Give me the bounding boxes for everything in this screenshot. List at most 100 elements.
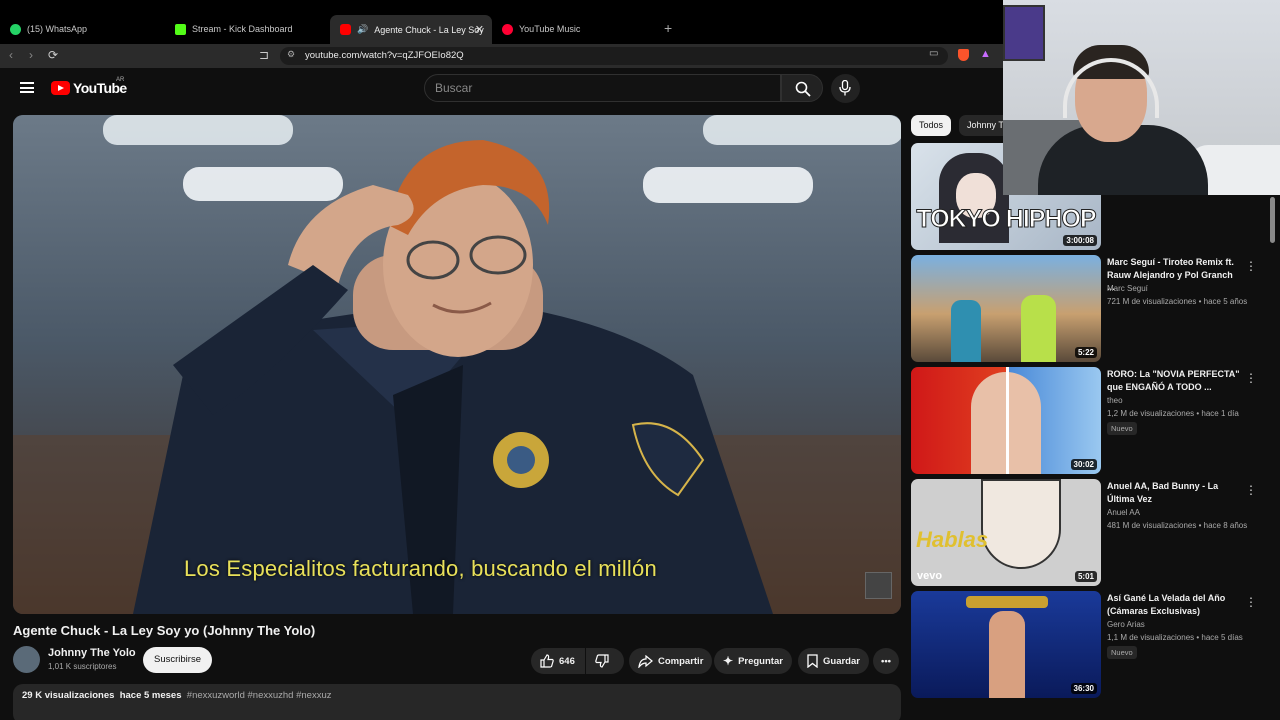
menu-icon[interactable] bbox=[20, 82, 34, 93]
youtube-music-icon bbox=[502, 23, 513, 35]
channel-name[interactable]: Johnny The Yolo bbox=[48, 647, 136, 659]
duration: 3:00:08 bbox=[1063, 235, 1097, 246]
back-icon[interactable]: ‹ bbox=[9, 48, 13, 62]
recommendation-title[interactable]: Anuel AA, Bad Bunny - La Última Vez bbox=[1107, 480, 1242, 505]
video-player[interactable] bbox=[13, 115, 901, 614]
youtube-icon bbox=[340, 24, 351, 35]
recommendation-channel[interactable]: Marc Seguí bbox=[1107, 284, 1148, 293]
recommendation-meta: 481 M de visualizaciones • hace 8 años bbox=[1107, 521, 1248, 530]
duration: 36:30 bbox=[1070, 683, 1097, 694]
region-code: AR bbox=[116, 77, 125, 83]
tab-youtube-video[interactable]: 🔊 Agente Chuck - La Ley Soy yo ✕ bbox=[330, 15, 492, 44]
recommendation-title[interactable]: Así Gané La Velada del Año (Cámaras Excl… bbox=[1107, 592, 1242, 617]
search-button[interactable] bbox=[781, 74, 823, 102]
recommendation-item[interactable]: Hablas vevo 5:01 Anuel AA, Bad Bunny - L… bbox=[911, 479, 1271, 587]
more-options-icon[interactable]: ⋮ bbox=[1245, 259, 1257, 273]
recommendation-meta: 721 M de visualizaciones • hace 5 años bbox=[1107, 297, 1248, 306]
recommendation-item[interactable]: 30:02 RORO: La "NOVIA PERFECTA" que ENGA… bbox=[911, 367, 1271, 475]
tab-label: Stream - Kick Dashboard bbox=[192, 24, 293, 34]
speaker-icon: 🔊 bbox=[357, 24, 369, 34]
filter-chips: Todos Johnny T bbox=[911, 115, 1012, 136]
channel-avatar[interactable] bbox=[13, 646, 40, 673]
more-options-icon[interactable]: ⋮ bbox=[1245, 483, 1257, 497]
search-icon bbox=[795, 81, 811, 97]
save-button[interactable]: Guardar bbox=[798, 648, 869, 674]
channel-watermark[interactable] bbox=[865, 572, 892, 599]
duration: 5:01 bbox=[1074, 571, 1097, 582]
more-options-icon[interactable]: ⋮ bbox=[1245, 371, 1257, 385]
thumbs-down-icon bbox=[595, 654, 609, 668]
chip-todos[interactable]: Todos bbox=[911, 115, 952, 136]
video-thumbnail[interactable]: Hablas vevo 5:01 bbox=[911, 479, 1101, 586]
ask-button[interactable]: ✦ Preguntar bbox=[714, 648, 792, 674]
screen: (15) WhatsApp Stream - Kick Dashboard 🔊 … bbox=[0, 0, 1280, 720]
wall-poster bbox=[1003, 5, 1045, 61]
whatsapp-icon bbox=[10, 23, 21, 35]
recommendation-channel[interactable]: Gero Arias bbox=[1107, 620, 1145, 629]
share-icon bbox=[638, 654, 653, 668]
url-field[interactable]: youtube.com/watch?v=qZJFOEIo82Q bbox=[280, 47, 948, 65]
hashtags[interactable]: #nexxuzworld #nexxuzhd #nexxuz bbox=[187, 690, 332, 701]
video-frame bbox=[13, 115, 901, 614]
video-thumbnail[interactable]: 36:30 bbox=[911, 591, 1101, 698]
duration: 5:22 bbox=[1074, 347, 1097, 358]
vevo-logo: vevo bbox=[917, 570, 943, 582]
thumbnail-text: TOKYO HIPHOP bbox=[916, 205, 1097, 234]
new-badge: Nuevo bbox=[1107, 422, 1137, 435]
thumbnail-text: Hablas bbox=[916, 527, 989, 552]
like-button[interactable]: 646 bbox=[531, 648, 585, 674]
share-label: Compartir bbox=[658, 655, 704, 667]
microphone-icon bbox=[839, 80, 851, 96]
video-thumbnail[interactable]: 30:02 bbox=[911, 367, 1101, 474]
subscribe-button[interactable]: Suscribirse bbox=[143, 647, 212, 673]
tab-label: (15) WhatsApp bbox=[27, 24, 88, 34]
browser-tab-bar: (15) WhatsApp Stream - Kick Dashboard 🔊 … bbox=[0, 0, 1003, 44]
bookmark-icon bbox=[807, 654, 818, 668]
youtube-header: YouTube AR Buscar bbox=[0, 68, 1003, 112]
recommendation-item[interactable]: 5:22 Marc Seguí - Tiroteo Remix ft. Rauw… bbox=[911, 255, 1271, 363]
save-label: Guardar bbox=[823, 655, 860, 667]
tab-youtube-music[interactable]: YouTube Music bbox=[492, 17, 657, 41]
duration: 30:02 bbox=[1070, 459, 1097, 470]
address-bar-row: ‹ › ⟳ ⊐ youtube.com/watch?v=qZJFOEIo82Q … bbox=[0, 44, 1003, 68]
share-button[interactable]: Compartir bbox=[629, 648, 713, 674]
recommendation-channel[interactable]: Anuel AA bbox=[1107, 508, 1140, 517]
tab-label: Agente Chuck - La Ley Soy yo bbox=[374, 24, 485, 35]
new-tab-button[interactable]: + bbox=[664, 20, 672, 36]
subscriber-count: 1,01 K suscriptores bbox=[48, 662, 117, 671]
video-caption: Los Especialitos facturando, buscando el… bbox=[184, 556, 657, 581]
dislike-button[interactable] bbox=[586, 648, 624, 674]
more-options-icon[interactable]: ⋮ bbox=[1245, 595, 1257, 609]
bookmark-icon[interactable]: ⊐ bbox=[259, 48, 269, 62]
youtube-play-icon bbox=[51, 81, 70, 95]
tab-whatsapp[interactable]: (15) WhatsApp bbox=[0, 17, 165, 41]
more-actions-button[interactable]: ••• bbox=[873, 648, 899, 674]
video-thumbnail[interactable]: 5:22 bbox=[911, 255, 1101, 362]
thumbs-up-icon bbox=[540, 654, 554, 668]
recommendation-meta: 1,1 M de visualizaciones • hace 5 días bbox=[1107, 633, 1243, 642]
cast-icon[interactable]: ▭ bbox=[929, 48, 938, 59]
webcam-overlay bbox=[1003, 0, 1280, 195]
sparkle-icon: ✦ bbox=[723, 654, 734, 668]
brave-rewards-icon[interactable]: ▲ bbox=[980, 48, 991, 60]
new-badge: Nuevo bbox=[1107, 646, 1137, 659]
scrollbar-thumb[interactable] bbox=[1270, 197, 1275, 243]
tab-kick[interactable]: Stream - Kick Dashboard bbox=[165, 17, 330, 41]
close-icon[interactable]: ✕ bbox=[475, 23, 484, 36]
upload-age: hace 5 meses bbox=[119, 690, 182, 701]
recommendation-meta: 1,2 M de visualizaciones • hace 1 día bbox=[1107, 409, 1239, 418]
reload-icon[interactable]: ⟳ bbox=[48, 48, 58, 62]
tab-label: YouTube Music bbox=[519, 24, 581, 34]
scrollbar-track[interactable] bbox=[1268, 195, 1280, 720]
site-info-icon[interactable]: ⚙ bbox=[287, 49, 295, 60]
recommendation-title[interactable]: RORO: La "NOVIA PERFECTA" que ENGAÑÓ A T… bbox=[1107, 368, 1242, 393]
search-input[interactable]: Buscar bbox=[424, 74, 781, 102]
view-count: 29 K visualizaciones bbox=[22, 690, 115, 701]
description-box[interactable]: 29 K visualizaciones hace 5 meses #nexxu… bbox=[13, 684, 901, 720]
video-title: Agente Chuck - La Ley Soy yo (Johnny The… bbox=[13, 623, 316, 638]
recommendation-channel[interactable]: theo bbox=[1107, 396, 1123, 405]
forward-icon[interactable]: › bbox=[29, 48, 33, 62]
brave-shield-icon[interactable] bbox=[958, 49, 969, 61]
voice-search-button[interactable] bbox=[831, 74, 860, 103]
recommendation-item[interactable]: 36:30 Así Gané La Velada del Año (Cámara… bbox=[911, 591, 1271, 699]
